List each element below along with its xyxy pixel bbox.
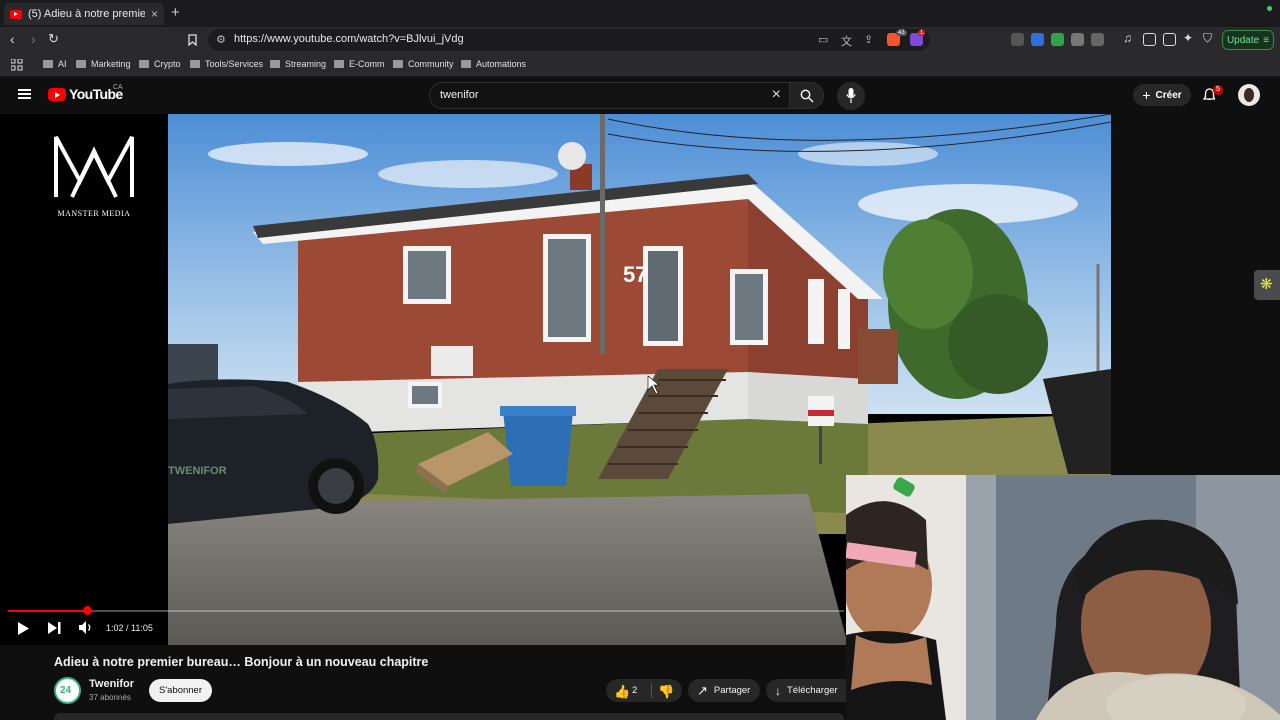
url-text[interactable]: https://www.youtube.com/watch?v=BJlvui_j… <box>234 33 464 45</box>
browser-tab[interactable]: (5) Adieu à notre premier bureau × <box>4 3 164 25</box>
browser-toolbar: ‹ › ↻ ⚙ https://www.youtube.com/watch?v=… <box>0 27 1280 53</box>
microphone-icon <box>846 88 856 103</box>
description-box-edge[interactable] <box>54 713 844 720</box>
sidebar-icon[interactable] <box>1143 33 1156 46</box>
browser-tab-strip: (5) Adieu à notre premier bureau × + <box>0 0 1280 27</box>
like-dislike-group: 👍 2 👎 <box>606 679 682 702</box>
video-progress-bar[interactable] <box>8 606 844 615</box>
extension-3-icon[interactable] <box>1051 33 1064 46</box>
region-code: CA <box>113 84 123 91</box>
media-icon[interactable]: ♫ <box>1123 31 1132 45</box>
bookmark-ai[interactable]: AI <box>43 59 67 69</box>
download-button[interactable]: ↓ Télécharger <box>766 679 846 702</box>
shields-badge: 43 <box>896 30 907 36</box>
like-divider <box>651 683 652 698</box>
url-bar[interactable]: ⚙ https://www.youtube.com/watch?v=BJlvui… <box>208 29 930 51</box>
channel-avatar[interactable]: 24 <box>54 677 81 704</box>
menu-hamburger-icon[interactable] <box>18 89 31 99</box>
subscribe-button[interactable]: S'abonner <box>149 679 212 702</box>
back-icon[interactable]: ‹ <box>10 31 15 47</box>
folder-icon <box>393 60 403 68</box>
search-box[interactable]: × <box>429 82 790 109</box>
tab-title: (5) Adieu à notre premier bureau <box>28 8 145 20</box>
extensions-puzzle-icon[interactable] <box>1071 33 1084 46</box>
bookmark-ecomm[interactable]: E-Comm <box>334 59 385 69</box>
notifications-badge: 5 <box>1213 85 1223 95</box>
new-tab-button[interactable]: + <box>171 4 180 21</box>
rewards-badge: 1 <box>918 30 926 36</box>
floating-extension-button[interactable]: ❋ <box>1254 270 1280 300</box>
extension-1-icon[interactable] <box>1011 33 1024 46</box>
voice-search-button[interactable] <box>837 82 865 110</box>
site-settings-icon[interactable]: ⚙ <box>216 33 226 46</box>
video-title: Adieu à notre premier bureau… Bonjour à … <box>54 655 429 669</box>
next-video-icon[interactable] <box>48 622 61 634</box>
cast-icon[interactable]: ▭ <box>818 33 828 46</box>
youtube-favicon-icon <box>10 9 22 19</box>
download-icon: ↓ <box>775 683 781 698</box>
reload-icon[interactable]: ↻ <box>48 31 59 47</box>
youtube-logo-icon[interactable] <box>48 88 66 101</box>
like-count: 2 <box>632 685 638 696</box>
share-arrow-icon: ↗ <box>697 682 708 698</box>
manster-media-text: MANSTER MEDIA <box>57 209 131 218</box>
bookmark-crypto[interactable]: Crypto <box>139 59 181 69</box>
subscriber-count: 37 abonnés <box>89 693 131 702</box>
account-avatar[interactable] <box>1238 84 1260 106</box>
bookmark-icon[interactable] <box>188 34 197 46</box>
manster-media-monogram-icon <box>54 136 134 198</box>
bookmarks-bar: AI Marketing Crypto Tools/Services Strea… <box>0 53 1280 77</box>
folder-icon <box>190 60 200 68</box>
translate-icon[interactable]: 文 <box>841 33 852 49</box>
extension-5-icon[interactable] <box>1091 33 1104 46</box>
folder-icon <box>139 60 149 68</box>
bookmark-streaming[interactable]: Streaming <box>270 59 326 69</box>
clear-search-icon[interactable]: × <box>772 86 781 104</box>
dislike-icon[interactable]: 👎 <box>658 684 674 700</box>
plus-icon: + <box>1142 87 1151 103</box>
bookmark-marketing[interactable]: Marketing <box>76 59 131 69</box>
manster-media-logo: MANSTER MEDIA <box>50 131 138 218</box>
bookmark-automations[interactable]: Automations <box>461 59 526 69</box>
update-button[interactable]: Update ≡ <box>1222 30 1274 50</box>
channel-name[interactable]: Twenifor <box>89 678 134 690</box>
share-icon[interactable]: ⇪ <box>864 33 873 46</box>
folder-icon <box>270 60 280 68</box>
play-icon[interactable] <box>17 622 29 635</box>
search-icon <box>800 89 814 103</box>
search-button[interactable] <box>790 82 824 109</box>
progress-played <box>8 610 87 612</box>
youtube-header: YouTube CA × + Créer 5 <box>0 77 1280 114</box>
apps-grid-icon[interactable] <box>11 59 23 71</box>
search-input[interactable] <box>440 89 740 101</box>
wallet-icon[interactable] <box>1163 33 1176 46</box>
tab-close-icon[interactable]: × <box>151 7 158 21</box>
forward-icon[interactable]: › <box>31 31 36 47</box>
folder-icon <box>76 60 86 68</box>
share-button[interactable]: ↗ Partager <box>688 679 760 702</box>
menu-icon: ≡ <box>1263 34 1270 46</box>
house-number-text: 57 <box>623 262 647 287</box>
bookmark-tools-services[interactable]: Tools/Services <box>190 59 263 69</box>
progress-scrubber-handle[interactable] <box>83 606 92 615</box>
status-dot-icon <box>1267 6 1272 11</box>
webcam-overlay <box>846 475 1280 720</box>
folder-icon <box>461 60 471 68</box>
folder-icon <box>43 60 53 68</box>
folder-icon <box>334 60 344 68</box>
leo-ai-icon[interactable]: ✦ <box>1183 31 1193 45</box>
bookmark-community[interactable]: Community <box>393 59 454 69</box>
car-decal-text: TWENIFOR <box>168 465 227 477</box>
sparkle-flower-icon: ❋ <box>1260 276 1273 293</box>
time-display: 1:02 / 11:05 <box>106 623 153 633</box>
vpn-icon[interactable]: ⛉ <box>1203 31 1212 46</box>
volume-icon[interactable] <box>79 621 94 634</box>
extension-2-icon[interactable] <box>1031 33 1044 46</box>
like-icon[interactable]: 👍 <box>614 684 630 700</box>
create-button[interactable]: + Créer <box>1133 84 1191 106</box>
